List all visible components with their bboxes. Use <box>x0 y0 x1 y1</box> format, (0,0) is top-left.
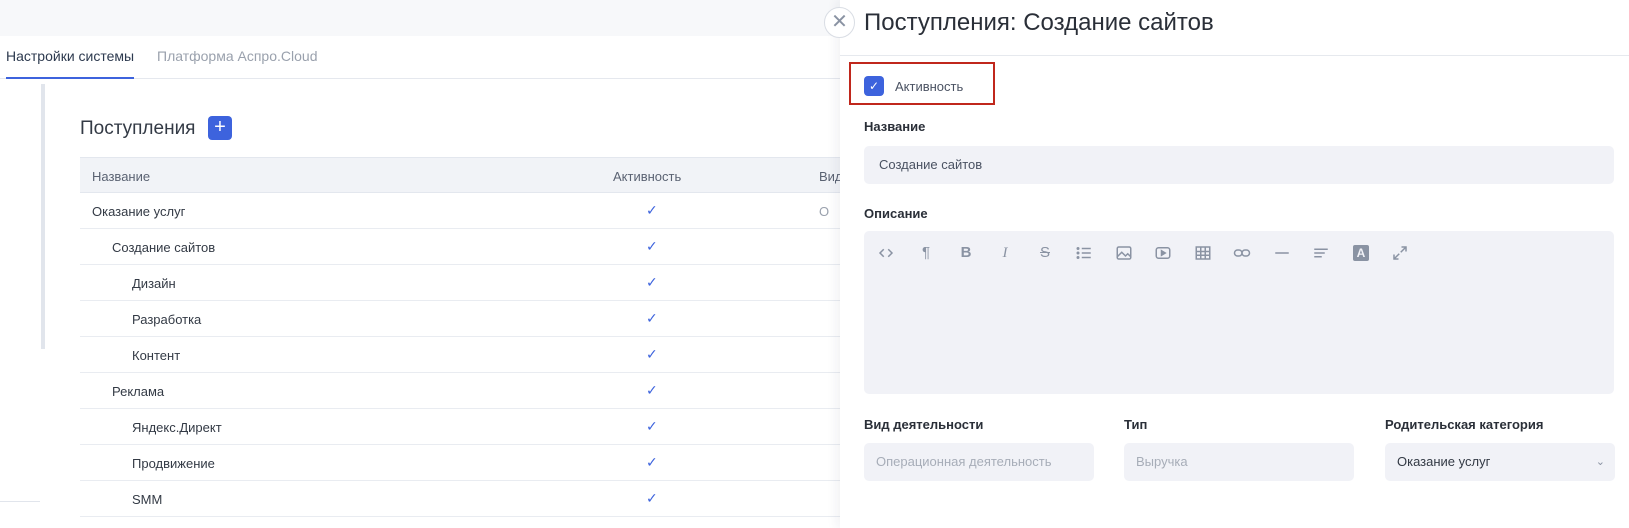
row-name: Разработка <box>132 312 202 327</box>
add-button[interactable]: + <box>208 116 232 140</box>
fullscreen-icon[interactable] <box>1386 241 1414 265</box>
income-table: Название Активность Вид Оказание услуг ✓ О… <box>80 157 850 517</box>
video-icon[interactable] <box>1149 241 1177 265</box>
edit-drawer: Поступления: Создание сайтов ✓ Активност… <box>840 0 1629 528</box>
row-name: Дизайн <box>132 276 176 291</box>
drawer-divider <box>840 55 1629 56</box>
table-body: Оказание услуг ✓ О Создание сайтов ✓ Дизайн ✓ Р… <box>80 193 850 517</box>
font-color-icon[interactable]: A <box>1347 241 1375 265</box>
row-active-check-icon: ✓ <box>646 202 658 218</box>
close-drawer-button[interactable]: ✕ <box>824 7 855 38</box>
parent-category-select[interactable]: Оказание услуг ⌄ <box>1385 443 1615 481</box>
italic-icon[interactable]: I <box>991 241 1019 265</box>
name-label: Название <box>864 119 926 134</box>
row-active-check-icon: ✓ <box>646 346 658 362</box>
row-name: Продвижение <box>132 456 215 471</box>
header-active[interactable]: Активность <box>613 169 681 184</box>
chevron-down-icon: ⌄ <box>1595 456 1605 468</box>
table-icon[interactable] <box>1189 241 1217 265</box>
table-row[interactable]: Дизайн ✓ <box>80 265 850 301</box>
table-header: Название Активность Вид <box>80 157 850 193</box>
check-icon: ✓ <box>868 79 880 93</box>
description-editor[interactable]: ¶ B I S A <box>864 231 1614 394</box>
horizontal-rule-icon[interactable] <box>1268 241 1296 265</box>
row-name: SMM <box>132 492 163 507</box>
description-label: Описание <box>864 206 928 221</box>
row-name: Яндекс.Директ <box>132 420 222 435</box>
row-active-check-icon: ✓ <box>646 418 658 434</box>
close-icon: ✕ <box>831 11 848 33</box>
row-name: Контент <box>132 348 181 363</box>
image-icon[interactable] <box>1110 241 1138 265</box>
row-active-check-icon: ✓ <box>646 382 658 398</box>
type-label: Тип <box>1124 417 1148 432</box>
bullet-list-icon[interactable] <box>1070 241 1098 265</box>
paragraph-icon[interactable]: ¶ <box>912 241 940 265</box>
table-row[interactable]: Продвижение ✓ <box>80 445 850 481</box>
row-active-check-icon: ✓ <box>646 490 658 506</box>
left-divider <box>0 501 40 502</box>
table-row[interactable]: SMM ✓ <box>80 481 850 517</box>
parent-category-label: Родительская категория <box>1385 417 1544 432</box>
row-active-check-icon: ✓ <box>646 310 658 326</box>
name-input[interactable]: Создание сайтов <box>864 146 1614 184</box>
table-row[interactable]: Оказание услуг ✓ О <box>80 193 850 229</box>
align-icon[interactable] <box>1307 241 1335 265</box>
row-name: Оказание услуг <box>92 204 186 219</box>
parent-category-value: Оказание услуг <box>1397 454 1491 469</box>
row-active-check-icon: ✓ <box>646 274 658 290</box>
activity-kind-field[interactable]: Операционная деятельность <box>864 443 1094 481</box>
left-rail <box>41 84 45 349</box>
code-icon[interactable] <box>872 241 900 265</box>
tab-aspro-cloud[interactable]: Платформа Аспро.Cloud <box>157 48 317 77</box>
row-kind: О <box>819 204 830 219</box>
header-name[interactable]: Название <box>92 169 150 184</box>
active-checkbox[interactable]: ✓ <box>864 76 884 96</box>
tab-system-settings[interactable]: Настройки системы <box>6 48 135 79</box>
table-row[interactable]: Разработка ✓ <box>80 301 850 337</box>
type-field[interactable]: Выручка <box>1124 443 1354 481</box>
drawer-title: Поступления: Создание сайтов <box>864 9 1214 36</box>
section-title: Поступления <box>80 118 196 139</box>
bold-icon[interactable]: B <box>952 241 980 265</box>
row-active-check-icon: ✓ <box>646 454 658 470</box>
row-name: Создание сайтов <box>112 240 216 255</box>
strikethrough-icon[interactable]: S <box>1031 241 1059 265</box>
row-name: Реклама <box>112 384 165 399</box>
table-row[interactable]: Контент ✓ <box>80 337 850 373</box>
header-kind[interactable]: Вид <box>819 169 843 184</box>
activity-kind-label: Вид деятельности <box>864 417 984 432</box>
active-checkbox-label[interactable]: Активность <box>895 79 963 94</box>
table-row[interactable]: Создание сайтов ✓ <box>80 229 850 265</box>
row-active-check-icon: ✓ <box>646 238 658 254</box>
link-icon[interactable] <box>1228 241 1256 265</box>
table-row[interactable]: Яндекс.Директ ✓ <box>80 409 850 445</box>
table-row[interactable]: Реклама ✓ <box>80 373 850 409</box>
